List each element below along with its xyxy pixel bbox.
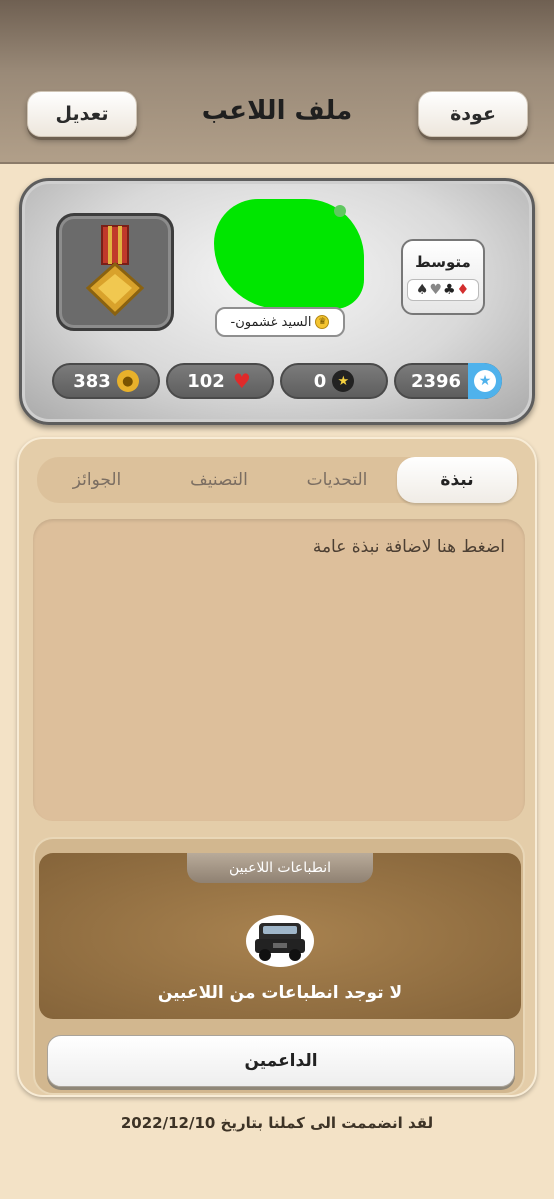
supporters-button[interactable]: الداعمين bbox=[47, 1035, 515, 1087]
avatar[interactable] bbox=[214, 199, 374, 309]
tab-ranking[interactable]: التصنيف bbox=[159, 457, 279, 503]
tab-awards[interactable]: الجوائز bbox=[37, 457, 157, 503]
bio-placeholder: اضغط هنا لاضافة نبذة عامة bbox=[312, 537, 505, 557]
medal-badge[interactable] bbox=[56, 213, 174, 331]
profile-card: ♛ السيد غشمون- متوسط ♠♥♣♦ 383 ● 102 ♥ 0 … bbox=[19, 178, 535, 425]
stat-hearts[interactable]: 102 ♥ bbox=[166, 363, 274, 399]
tab-challenges[interactable]: التحديات bbox=[277, 457, 397, 503]
top-bar: تعديل ملف اللاعب عودة bbox=[0, 0, 554, 164]
stat-stars[interactable]: 0 ★ bbox=[280, 363, 388, 399]
stat-points-value: 2396 bbox=[410, 370, 462, 392]
points-star-icon: ★ bbox=[468, 363, 502, 399]
medal-icon bbox=[85, 225, 145, 317]
impressions-empty-text: لا توجد انطباعات من اللاعبين bbox=[157, 983, 403, 1003]
stat-coins[interactable]: 383 ● bbox=[52, 363, 160, 399]
level-label: متوسط bbox=[415, 253, 471, 271]
coin-icon: ● bbox=[116, 370, 139, 392]
stat-hearts-value: 102 bbox=[187, 370, 225, 392]
heart-icon: ♥ bbox=[232, 369, 251, 393]
level-badge[interactable]: متوسط ♠♥♣♦ bbox=[401, 239, 485, 315]
crown-icon: ♛ bbox=[315, 315, 330, 329]
back-button[interactable]: عودة bbox=[418, 91, 528, 137]
impressions-body: انطباعات اللاعبين لا توجد انطباعات من ال… bbox=[39, 853, 521, 1019]
content-panel: نبذة التحديات التصنيف الجوائز اضغط هنا ل… bbox=[17, 437, 537, 1097]
car-icon bbox=[246, 915, 314, 967]
stat-stars-value: 0 bbox=[313, 370, 327, 392]
impressions-title: انطباعات اللاعبين bbox=[187, 853, 373, 883]
star-icon: ★ bbox=[332, 370, 355, 392]
online-status-dot bbox=[334, 205, 346, 217]
tab-bio[interactable]: نبذة bbox=[397, 457, 517, 503]
tab-bar: نبذة التحديات التصنيف الجوائز bbox=[37, 457, 519, 503]
bio-input[interactable]: اضغط هنا لاضافة نبذة عامة bbox=[33, 519, 525, 821]
joined-date-text: لقد انضممت الى كملنا بتاريخ 2022/12/10 bbox=[120, 1114, 434, 1132]
card-suits-icon: ♠♥♣♦ bbox=[407, 279, 479, 301]
stat-points[interactable]: 2396 ★ bbox=[394, 363, 502, 399]
player-name: السيد غشمون- bbox=[230, 314, 312, 330]
page-title: ملف اللاعب bbox=[201, 96, 353, 126]
impressions-section: انطباعات اللاعبين لا توجد انطباعات من ال… bbox=[33, 837, 525, 1095]
edit-button[interactable]: تعديل bbox=[27, 91, 137, 137]
stat-coins-value: 383 bbox=[73, 370, 111, 392]
player-name-tag: ♛ السيد غشمون- bbox=[215, 307, 345, 337]
